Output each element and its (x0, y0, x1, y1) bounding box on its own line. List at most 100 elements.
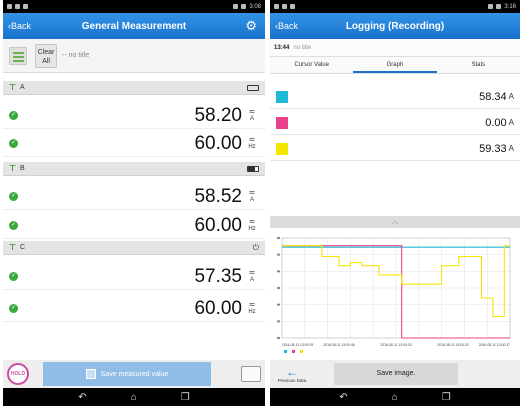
check-icon: ✓ (9, 221, 18, 230)
reading-value: 60.00 (194, 297, 242, 319)
reading-value: 58.52 (194, 185, 242, 207)
cursor-value-row: 58.34 A (270, 85, 520, 109)
recording-time: 13:44 (274, 44, 290, 51)
clear-label-line2: All (42, 57, 50, 65)
probe-icon: ⊤ (9, 243, 16, 252)
battery-icon (241, 4, 247, 9)
y-tick (277, 303, 280, 306)
legend-marker (292, 350, 295, 353)
series-color-swatch (276, 90, 288, 103)
tab-graph[interactable]: Graph (353, 57, 437, 73)
back-nav-icon[interactable]: ↶ (339, 392, 347, 403)
check-icon: ✓ (9, 304, 18, 313)
recent-apps-icon[interactable]: ❐ (181, 392, 190, 403)
x-tick-label: 2016-08-11 13:00:03 (380, 343, 411, 347)
reading-row: ✓ 60.00 ≂ Hz (3, 131, 265, 157)
status-bar: 3:08 (3, 0, 265, 13)
back-button[interactable]: ‹Back (270, 21, 310, 31)
probe-icon: ⊤ (9, 83, 16, 92)
group-name: C (19, 244, 26, 251)
series-color-swatch (276, 116, 288, 129)
recording-title-row: 13:44 no title (270, 39, 520, 57)
unit-text: A (249, 197, 254, 203)
unit-label: ≂ Hz (245, 301, 259, 316)
y-tick (277, 237, 280, 239)
unit-text: Hz (248, 144, 256, 150)
previous-data-button[interactable]: ← Previous Data (274, 366, 310, 383)
reading-value: 57.35 (194, 265, 242, 287)
group-header-b: ⊤ B (3, 162, 265, 176)
status-time: 3:08 (249, 3, 261, 10)
wave-icon: ≂ (248, 188, 256, 197)
battery-empty-icon (247, 84, 259, 91)
wifi-icon (488, 4, 494, 9)
plug-icon: ⏻ (252, 242, 259, 252)
general-measurement-screen: 3:08 ‹Back General Measurement ⚙ Clear A… (3, 0, 265, 406)
battery-icon (496, 4, 502, 9)
unit-label: ≂ A (245, 269, 259, 284)
app-header: ‹Back Logging (Recording) (270, 13, 520, 39)
title-placeholder[interactable]: -- no title (62, 52, 89, 59)
tab-bar: Cursor Value Graph Stats (270, 57, 520, 74)
logging-chart[interactable]: 2016-08-11 13:00:29 2016-08-11 13:00:46 20… (270, 228, 520, 360)
wave-icon: ≂ (248, 268, 256, 277)
save-measured-value-button[interactable]: Save measured value (43, 362, 211, 386)
cursor-unit: A (508, 118, 514, 127)
gear-icon[interactable]: ⚙ (245, 19, 257, 32)
check-icon: ✓ (9, 192, 18, 201)
bottom-toolbar: HOLD Save measured value (3, 360, 265, 388)
status-bar: 3:16 (270, 0, 520, 13)
unit-label: ≂ Hz (245, 136, 259, 151)
save-image-button[interactable]: Save image. (334, 363, 458, 385)
previous-data-label: Previous Data (277, 377, 307, 383)
reading-row: ✓ 60.00 ≂ Hz (3, 213, 265, 239)
clear-label-line1: Clear (37, 48, 55, 56)
x-tick-label: 2016-08-11 13:00:29 (282, 343, 313, 347)
unit-label: ≂ A (245, 189, 259, 204)
clear-all-button[interactable]: Clear All (35, 43, 57, 68)
system-nav-bar: ↶ ⌂ ❐ (270, 388, 520, 406)
reading-value: 58.20 (194, 104, 242, 126)
y-tick (277, 270, 280, 273)
wave-icon: ≂ (248, 135, 256, 144)
home-nav-icon[interactable]: ⌂ (392, 392, 398, 403)
reading-row: ✓ 58.20 ≂ A (3, 103, 265, 129)
battery-full-icon (247, 165, 259, 172)
tab-stats[interactable]: Stats (437, 57, 520, 73)
legend-marker (300, 350, 303, 353)
hold-button[interactable]: HOLD (7, 363, 29, 385)
folder-icon[interactable] (241, 366, 261, 382)
list-icon[interactable] (9, 46, 27, 65)
title-placeholder[interactable]: no title (293, 45, 311, 51)
logging-screen: 3:16 ‹Back Logging (Recording) 13:44 no … (270, 0, 520, 406)
reading-row: ✓ 57.35 ≂ A (3, 264, 265, 290)
cursor-value: 0.00 (485, 116, 507, 129)
unit-text: A (249, 277, 254, 283)
cursor-unit: A (508, 144, 514, 153)
x-tick-label: 2016-08-11 13:00:46 (323, 343, 354, 347)
home-nav-icon[interactable]: ⌂ (131, 392, 137, 403)
save-icon (85, 369, 96, 379)
notification-icon (7, 4, 12, 9)
probe-icon: ⊤ (9, 164, 16, 173)
graph-panel[interactable]: 2016-08-11 13:00:29 2016-08-11 13:00:46 20… (270, 228, 520, 360)
tab-cursor-value[interactable]: Cursor Value (270, 57, 353, 73)
series-color-swatch (276, 142, 288, 155)
back-label: Back (278, 21, 299, 31)
back-nav-icon[interactable]: ↶ (78, 392, 86, 403)
recent-apps-icon[interactable]: ❐ (442, 392, 451, 403)
y-tick (277, 287, 280, 289)
reading-value: 60.00 (194, 214, 242, 236)
check-icon: ✓ (9, 272, 18, 281)
notification-icon (15, 4, 20, 9)
panel-resize-handle[interactable]: ︿ (270, 216, 520, 228)
y-tick (277, 337, 280, 339)
notification-icon (274, 4, 279, 9)
x-tick-label: 2016-08-11 13:00:20 (437, 343, 468, 347)
back-button[interactable]: ‹Back (3, 21, 43, 31)
y-tick (277, 253, 280, 256)
cursor-value: 58.34 (479, 90, 507, 103)
check-icon: ✓ (9, 139, 18, 148)
group-header-c: ⊤ C ⏻ (3, 241, 265, 255)
title-bar: Clear All -- no title (3, 39, 265, 73)
